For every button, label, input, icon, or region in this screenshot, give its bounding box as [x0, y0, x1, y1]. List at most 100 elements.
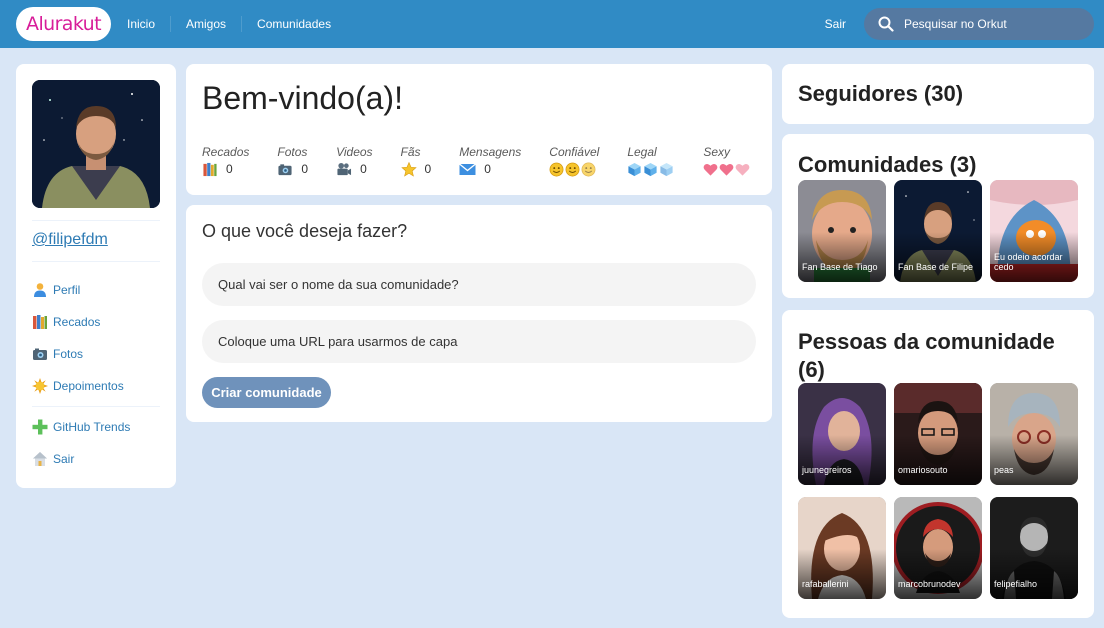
sun-icon: [32, 378, 48, 394]
tile-shade: [990, 549, 1078, 599]
stat-value: 0: [424, 162, 432, 176]
community-image-url-input[interactable]: [202, 320, 756, 363]
stat-value: 0: [360, 162, 367, 176]
sidebar-item-label: Depoimentos: [53, 379, 124, 393]
create-community-heading: O que você deseja fazer?: [202, 221, 408, 241]
search-icon: [878, 16, 894, 32]
stat-mensagens: Mensagens 0: [459, 146, 521, 177]
camera-icon: [32, 346, 48, 362]
avatar[interactable]: [32, 80, 160, 208]
stat-fotos: Fotos 0: [277, 146, 308, 177]
sidebar-item-sair[interactable]: Sair: [32, 443, 160, 475]
stat-label: Legal: [627, 145, 657, 159]
sidebar-item-recados[interactable]: Recados: [32, 306, 160, 338]
person-name: rafaballerini: [802, 579, 849, 589]
search-input[interactable]: [904, 17, 1084, 31]
profile-stats: Recados 0 Fotos 0 Videos 0 Fãs 0 Mensage…: [202, 146, 756, 177]
logout-link[interactable]: Sair: [810, 16, 861, 32]
community-name: Fan Base de Filipe: [898, 262, 974, 272]
tile-shade: [798, 549, 886, 599]
stat-label: Sexy: [703, 145, 730, 159]
house-icon: [32, 451, 48, 467]
communities-box: Comunidades (3) Fan Base de Tiago Fan Ba…: [782, 134, 1094, 298]
person-tile[interactable]: peas: [990, 383, 1078, 485]
person-tile[interactable]: rafaballerini: [798, 497, 886, 599]
stat-label: Videos: [336, 145, 373, 159]
create-community-button[interactable]: Criar comunidade: [202, 377, 331, 408]
followers-title: Seguidores (30): [798, 81, 964, 106]
person-tile[interactable]: marcobrunodev: [894, 497, 982, 599]
community-name-input[interactable]: [202, 263, 756, 306]
stat-label: Fotos: [277, 145, 308, 159]
people-title: Pessoas da comunidade (6): [798, 329, 1055, 382]
welcome-card: Bem-vindo(a)! Recados 0 Fotos 0 Videos 0…: [186, 64, 772, 195]
smiley-icon: [549, 162, 564, 176]
ice-cube-icon: [660, 162, 673, 176]
communities-title: Comunidades (3): [798, 152, 977, 177]
people-grid: juunegreiros omariosouto peas rafaballer…: [798, 383, 1078, 599]
main-nav: Inicio Amigos Comunidades: [112, 0, 346, 48]
heart-icon: [719, 163, 734, 176]
sidebar-item-depoimentos[interactable]: Depoimentos: [32, 370, 160, 402]
user-icon: [32, 282, 48, 298]
tile-shade: [798, 435, 886, 485]
nav-link-comunidades[interactable]: Comunidades: [241, 16, 346, 32]
top-navbar: Alurakut Inicio Amigos Comunidades Sair: [0, 0, 1104, 48]
person-name: peas: [994, 465, 1014, 475]
heart-icon: [735, 163, 750, 176]
heart-icon: [703, 163, 718, 176]
video-camera-icon: [337, 162, 352, 175]
stat-confiavel: Confiável: [549, 146, 599, 177]
alurakut-logo[interactable]: Alurakut: [16, 7, 111, 41]
person-tile[interactable]: omariosouto: [894, 383, 982, 485]
ice-cube-icon: [644, 162, 657, 176]
logo-text: Alurakut: [26, 13, 101, 35]
sidebar-item-label: Sair: [53, 452, 75, 466]
stat-sexy: Sexy: [703, 146, 751, 177]
person-name: marcobrunodev: [898, 579, 961, 589]
ice-cube-icon: [628, 162, 641, 176]
divider: [32, 220, 160, 221]
sidebar-item-perfil[interactable]: Perfil: [32, 274, 160, 306]
community-tile[interactable]: Fan Base de Filipe: [894, 180, 982, 282]
smiley-icon: [581, 162, 596, 176]
search-bar[interactable]: [864, 8, 1094, 40]
sidebar-item-fotos[interactable]: Fotos: [32, 338, 160, 370]
sidebar-item-label: Recados: [53, 315, 101, 329]
rating-confiavel: [549, 161, 599, 177]
person-tile[interactable]: felipefialho: [990, 497, 1078, 599]
avatar-image: [32, 80, 160, 208]
sidebar-item-label: Fotos: [53, 347, 84, 361]
community-name: Eu odeio acordar cedo: [994, 252, 1063, 272]
community-tile[interactable]: Eu odeio acordar cedo: [990, 180, 1078, 282]
nav-link-inicio[interactable]: Inicio: [112, 16, 170, 32]
person-name: felipefialho: [994, 579, 1038, 589]
person-name: omariosouto: [898, 465, 948, 475]
sidebar-item-github-trends[interactable]: GitHub Trends: [32, 411, 160, 443]
star-icon: [400, 161, 417, 177]
stat-label: Fãs: [400, 145, 421, 159]
nav-link-amigos[interactable]: Amigos: [170, 16, 241, 32]
rating-sexy: [703, 161, 751, 177]
stat-label: Recados: [202, 145, 250, 159]
followers-box: Seguidores (30): [782, 64, 1094, 124]
stat-fas: Fãs 0: [400, 145, 432, 177]
book-icon: [32, 314, 48, 330]
stat-value: 0: [301, 162, 309, 176]
tile-shade: [894, 549, 982, 599]
profile-handle-link[interactable]: @filipefdm: [32, 231, 160, 249]
stat-label: Mensagens: [459, 145, 522, 159]
rating-legal: [627, 161, 675, 177]
page-title: Bem-vindo(a)!: [202, 80, 403, 116]
stat-value: 0: [226, 162, 233, 176]
profile-sidebar: @filipefdm Perfil Recados Fotos Depoimen…: [16, 64, 176, 488]
plus-icon: [32, 419, 48, 435]
camera-icon: [278, 163, 292, 175]
stat-value: 0: [484, 162, 491, 176]
sidebar-item-label: Perfil: [53, 283, 81, 297]
account-nav: Sair: [810, 0, 861, 48]
person-tile[interactable]: juunegreiros: [798, 383, 886, 485]
community-tile[interactable]: Fan Base de Tiago: [798, 180, 886, 282]
tile-shade: [990, 435, 1078, 485]
envelope-icon: [459, 162, 477, 175]
